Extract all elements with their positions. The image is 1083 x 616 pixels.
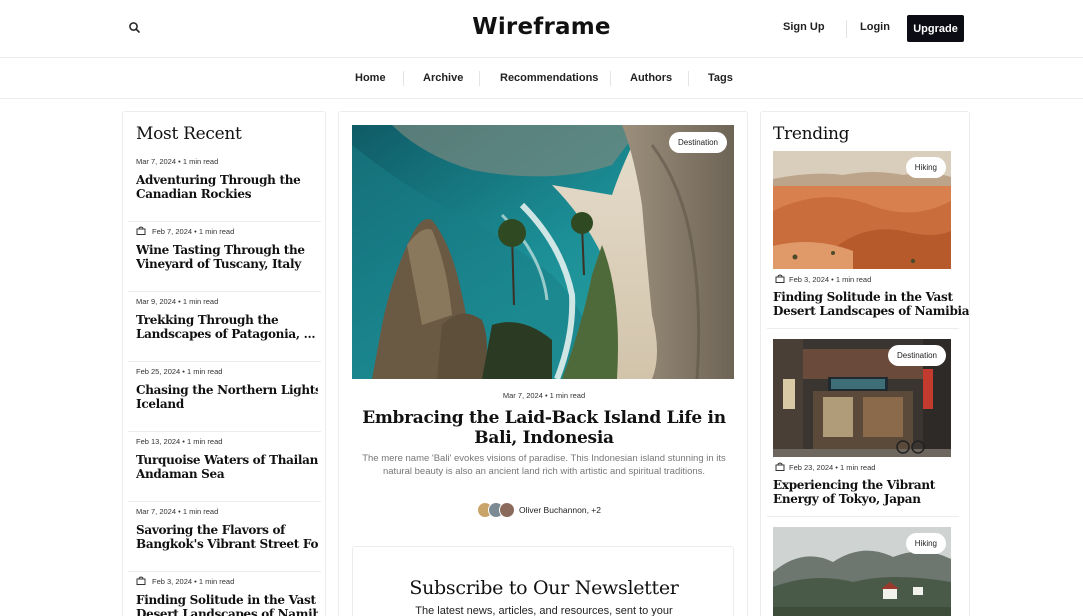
search-button[interactable]	[127, 20, 143, 36]
upgrade-button[interactable]: Upgrade	[907, 15, 964, 42]
featured-meta: Mar 7, 2024 • 1 min read	[502, 391, 586, 400]
search-icon	[129, 22, 140, 33]
post-meta: Mar 7, 2024 • 1 min read	[136, 507, 219, 516]
recent-post[interactable]: Mar 7, 2024 • 1 min read Adventuring Thr…	[128, 152, 321, 222]
category-tag[interactable]: Destination	[887, 345, 946, 366]
post-title: Chasing the Northern Lights in Iceland	[136, 383, 318, 411]
post-title: Wine Tasting Through the Vineyard of Tusc…	[136, 243, 305, 271]
post-meta: Mar 9, 2024 • 1 min read	[136, 297, 219, 306]
nav-separator	[688, 71, 689, 86]
post-meta: Mar 7, 2024 • 1 min read	[136, 157, 219, 166]
featured-excerpt: The mere name 'Bali' evokes visions of p…	[362, 453, 726, 477]
nav-separator	[610, 71, 611, 86]
main-nav: Home Archive Recommendations Authors Tag…	[0, 58, 1083, 99]
post-meta: Feb 3, 2024 • 1 min read	[152, 577, 235, 586]
trending-post-title[interactable]: Finding Solitude in the Vast Desert Lands…	[773, 290, 969, 318]
divider	[767, 516, 959, 517]
bag-icon	[775, 462, 785, 471]
bag-icon	[136, 576, 146, 585]
avatar	[499, 502, 515, 518]
recent-post[interactable]: Mar 7, 2024 • 1 min read Savoring the Fl…	[128, 502, 321, 572]
author-names: Oliver Buchannon, +2	[519, 505, 601, 515]
category-tag[interactable]: Destination	[668, 132, 727, 153]
bag-icon	[775, 274, 785, 283]
post-meta: Feb 13, 2024 • 1 min read	[136, 437, 223, 446]
newsletter-title: Subscribe to Our Newsletter	[409, 577, 679, 599]
header-divider	[846, 20, 847, 38]
post-title: Savoring the Flavors of Bangkok's Vibrant…	[136, 523, 318, 551]
trending-image[interactable]: Hiking	[773, 527, 951, 616]
trending-heading: Trending	[773, 124, 850, 144]
featured-panel: Destination Mar 7, 2024 • 1 min read Emb…	[338, 111, 748, 616]
recent-post[interactable]: Feb 13, 2024 • 1 min read Turquoise Wate…	[128, 432, 321, 502]
nav-authors[interactable]: Authors	[630, 72, 672, 84]
newsletter-subtitle: The latest news, articles, and resources…	[415, 605, 673, 616]
signup-link[interactable]: Sign Up	[783, 21, 825, 33]
nav-home[interactable]: Home	[355, 72, 386, 84]
post-meta: Feb 7, 2024 • 1 min read	[152, 227, 235, 236]
nav-separator	[479, 71, 480, 86]
trending-panel: Trending Hiking Feb 3, 2024 • 1 min read…	[760, 111, 970, 616]
post-title: Adventuring Through the Canadian Rockies	[136, 173, 301, 201]
trending-image[interactable]: Destination	[773, 339, 951, 457]
recent-post[interactable]: Feb 3, 2024 • 1 min read Finding Solitud…	[128, 572, 321, 616]
login-link[interactable]: Login	[860, 21, 890, 33]
category-tag[interactable]: Hiking	[905, 157, 946, 178]
nav-archive[interactable]: Archive	[423, 72, 463, 84]
category-tag[interactable]: Hiking	[905, 533, 946, 554]
most-recent-panel: Most Recent Mar 7, 2024 • 1 min read Adv…	[122, 111, 326, 616]
post-meta: Feb 23, 2024 • 1 min read	[789, 463, 876, 472]
nav-separator	[403, 71, 404, 86]
author-group[interactable]: Oliver Buchannon, +2	[477, 502, 601, 518]
post-meta: Feb 25, 2024 • 1 min read	[136, 367, 223, 376]
divider	[767, 328, 959, 329]
post-meta: Feb 3, 2024 • 1 min read	[789, 275, 872, 284]
trending-image[interactable]: Hiking	[773, 151, 951, 269]
post-title: Turquoise Waters of Thailand's Andaman Se…	[136, 453, 318, 481]
post-title: Finding Solitude in the Vast Desert Lands…	[136, 593, 318, 616]
beach-cliff-illustration	[352, 125, 734, 379]
bag-icon	[136, 226, 146, 235]
most-recent-heading: Most Recent	[136, 124, 242, 144]
featured-title[interactable]: Embracing the Laid-Back Island Life in B…	[359, 408, 729, 448]
recent-post[interactable]: Feb 25, 2024 • 1 min read Chasing the No…	[128, 362, 321, 432]
trending-post-title[interactable]: Experiencing the Vibrant Energy of Tokyo,…	[773, 478, 963, 506]
recent-post[interactable]: Feb 7, 2024 • 1 min read Wine Tasting Th…	[128, 222, 321, 292]
site-header: Wireframe Sign Up Login Upgrade	[0, 0, 1083, 58]
featured-image[interactable]: Destination	[352, 125, 734, 379]
recent-post[interactable]: Mar 9, 2024 • 1 min read Trekking Throug…	[128, 292, 321, 362]
nav-recommendations[interactable]: Recommendations	[500, 72, 598, 84]
nav-tags[interactable]: Tags	[708, 72, 733, 84]
post-title: Trekking Through the Landscapes of Patago…	[136, 313, 316, 341]
newsletter-card: Subscribe to Our Newsletter The latest n…	[352, 546, 734, 616]
